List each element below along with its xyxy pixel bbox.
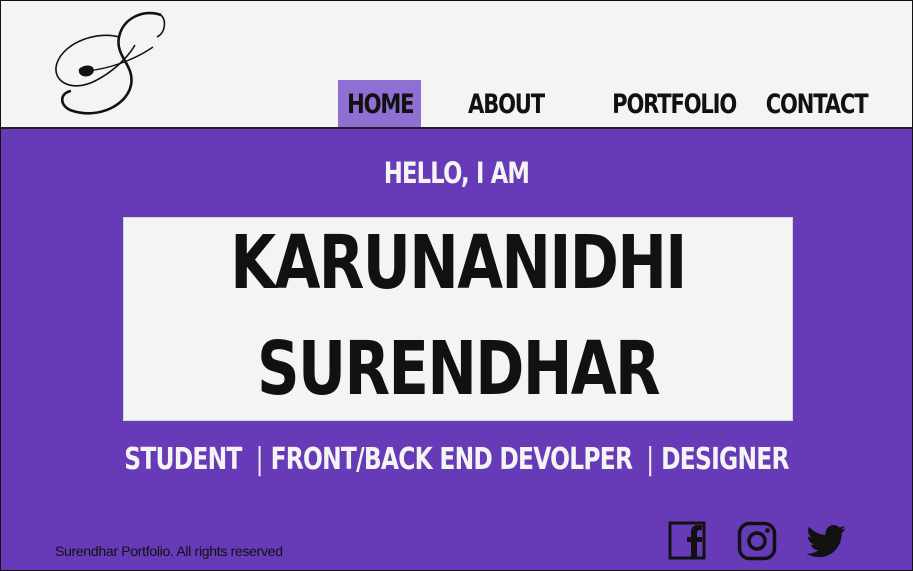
twitter-icon[interactable] <box>806 521 847 561</box>
role-separator: | <box>646 442 654 477</box>
instagram-icon[interactable] <box>737 521 777 561</box>
role-developer: FRONT/BACK END DEVOLPER <box>270 442 633 477</box>
portfolio-page: HOME ABOUT ME PORTFOLIO CONTACT HELLO, I… <box>0 0 913 571</box>
hero-greeting: HELLO, I AM <box>383 156 530 190</box>
roles-line: STUDENT | FRONT/BACK END DEVOLPER | DESIGNER <box>101 442 812 477</box>
role-student: STUDENT <box>124 442 242 477</box>
copyright-text: Surendhar Portfolio. All rights reserved <box>55 543 283 559</box>
nav-contact[interactable]: CONTACT <box>766 80 869 126</box>
role-designer: DESIGNER <box>661 442 789 477</box>
name-first: KARUNANIDHI <box>230 220 687 306</box>
nav-home[interactable]: HOME <box>347 80 414 126</box>
hero-section: HELLO, I AM KARUNANIDHI SURENDHAR STUDEN… <box>1 129 912 570</box>
facebook-icon[interactable] <box>668 521 708 561</box>
role-separator: | <box>255 442 264 477</box>
name-last: SURENDHAR <box>257 326 661 412</box>
name-card: KARUNANIDHI SURENDHAR <box>123 217 793 421</box>
site-header: HOME ABOUT ME PORTFOLIO CONTACT <box>1 1 912 170</box>
nav-about-me[interactable]: ABOUT ME <box>455 80 556 170</box>
nav-portfolio[interactable]: PORTFOLIO <box>612 80 737 126</box>
main-nav: HOME ABOUT ME PORTFOLIO CONTACT <box>1 80 912 170</box>
